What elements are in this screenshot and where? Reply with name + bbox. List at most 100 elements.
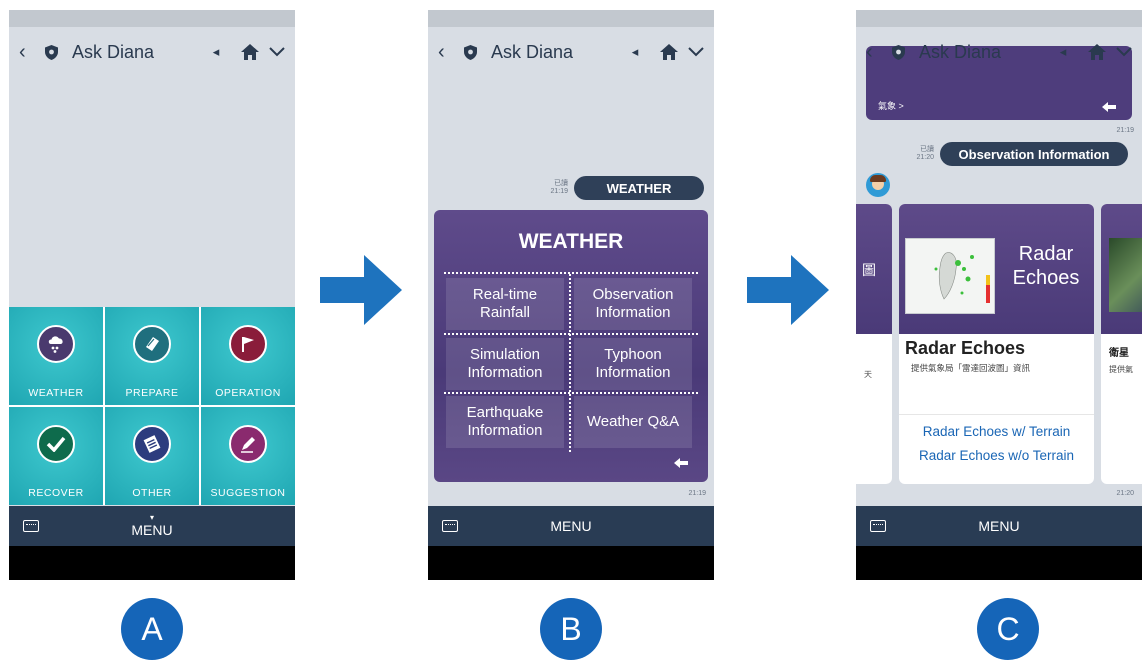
carousel-card-satellite[interactable]: 衛星 提供氣 — [1101, 204, 1142, 484]
chat-title: Ask Diana — [491, 41, 574, 62]
home-icon[interactable] — [660, 44, 678, 60]
option-label: Typhoon Information — [595, 346, 671, 381]
option-observation-information[interactable]: Observation Information — [574, 278, 692, 330]
option-realtime-rainfall[interactable]: Real-time Rainfall — [446, 278, 564, 330]
chat-title: Ask Diana — [72, 41, 155, 62]
mute-icon[interactable]: ◂ — [201, 44, 231, 60]
home-icon[interactable] — [1088, 44, 1106, 60]
card-timestamp: 21:19 — [688, 490, 706, 498]
phone-b-screen: ‹ Ask Diana ◂ 已讀 21:19 WEATHER WEATHER R… — [428, 10, 714, 546]
option-simulation-information[interactable]: Simulation Information — [446, 338, 564, 390]
back-arrow-icon[interactable] — [1102, 102, 1116, 112]
home-icon[interactable] — [241, 44, 259, 60]
chevron-down-icon[interactable] — [688, 47, 704, 57]
tile-label: SUGGESTION — [210, 487, 286, 499]
back-icon[interactable]: ‹ — [438, 41, 458, 64]
nav-bar: ‹ Ask Diana ◂ — [856, 27, 1142, 77]
read-receipt: 已讀 — [920, 146, 934, 153]
flag-icon — [229, 325, 267, 363]
option-label: Real-time Rainfall — [472, 286, 538, 321]
card-time: 21:20 — [1116, 490, 1134, 497]
status-bar — [856, 10, 1142, 27]
arrow-right-icon — [747, 255, 829, 325]
bottom-bar: MENU — [856, 506, 1142, 546]
menu-tile-recover[interactable]: RECOVER — [9, 407, 103, 505]
carousel-card-radar[interactable]: Radar Echoes Radar Echoes 提供氣象局「雷達回波圖」資訊… — [899, 204, 1094, 484]
back-icon[interactable]: ‹ — [19, 41, 39, 64]
radar-no-terrain-link[interactable]: Radar Echoes w/o Terrain — [899, 448, 1094, 463]
pencil-icon — [229, 425, 267, 463]
step-label-a: A — [121, 598, 183, 660]
menu-tile-prepare[interactable]: PREPARE — [105, 307, 199, 405]
card-description: 提供氣 — [1109, 365, 1133, 374]
option-earthquake-information[interactable]: Earthquake Information — [446, 396, 564, 448]
chevron-down-icon[interactable] — [269, 47, 285, 57]
document-icon — [133, 425, 171, 463]
message-timestamp: 已讀 21:19 — [536, 180, 568, 196]
option-typhoon-information[interactable]: Typhoon Information — [574, 338, 692, 390]
user-message-text: Observation Information — [958, 146, 1110, 162]
card-time: 21:19 — [688, 490, 706, 497]
message-time: 21:20 — [916, 154, 934, 161]
status-bar — [428, 10, 714, 27]
rich-menu-grid: WEATHER PREPARE OPERATION RECOVER OTHER … — [9, 307, 295, 505]
phone-a: ‹ Ask Diana ◂ WEATHER PREPARE OPERATION … — [9, 10, 295, 580]
user-message-bubble: WEATHER — [574, 176, 704, 200]
carousel-card-previous[interactable]: 圖 天 — [856, 204, 892, 484]
card-image-title: Radar Echoes — [1012, 243, 1080, 289]
tile-label: OPERATION — [215, 387, 281, 399]
option-label: Weather Q&A — [586, 413, 680, 430]
tile-label: RECOVER — [28, 487, 84, 499]
back-arrow-icon[interactable] — [674, 458, 688, 468]
mute-icon[interactable]: ◂ — [1048, 44, 1078, 60]
step-label-c: C — [977, 598, 1039, 660]
arrow-right-icon — [320, 255, 402, 325]
user-message-bubble: Observation Information — [940, 142, 1128, 166]
divider — [444, 272, 698, 274]
bottom-bar: MENU — [428, 506, 714, 546]
shield-icon — [464, 44, 477, 60]
cloud-rain-icon — [37, 325, 75, 363]
previous-timestamp: 21:19 — [1116, 127, 1134, 135]
previous-card-caption: 氣象 > — [878, 101, 904, 111]
step-label-b: B — [540, 598, 602, 660]
menu-toggle[interactable]: ▾ MENU — [9, 513, 295, 539]
menu-tile-operation[interactable]: OPERATION — [201, 307, 295, 405]
tape-icon — [133, 325, 171, 363]
card-image — [1101, 204, 1142, 334]
taiwan-radar-map — [934, 252, 990, 303]
phone-a-screen: ‹ Ask Diana ◂ WEATHER PREPARE OPERATION … — [9, 10, 295, 546]
menu-toggle[interactable]: MENU — [428, 518, 714, 534]
card-glyph: 圖 — [862, 262, 876, 278]
menu-label: MENU — [550, 518, 592, 534]
divider — [569, 274, 571, 452]
status-bar — [9, 10, 295, 27]
bot-avatar — [866, 173, 890, 197]
satellite-thumbnail — [1109, 238, 1142, 312]
message-time: 21:19 — [550, 188, 568, 195]
menu-tile-suggestion[interactable]: SUGGESTION — [201, 407, 295, 505]
card-heading: Radar Echoes — [905, 338, 1026, 358]
message-timestamp: 已讀 21:20 — [906, 146, 934, 162]
nav-bar: ‹ Ask Diana ◂ — [9, 27, 295, 77]
chevron-down-icon[interactable] — [1116, 47, 1132, 57]
radar-terrain-link[interactable]: Radar Echoes w/ Terrain — [899, 424, 1094, 439]
read-receipt: 已讀 — [554, 180, 568, 187]
option-label: Simulation Information — [467, 346, 543, 381]
option-weather-qa[interactable]: Weather Q&A — [574, 396, 692, 448]
mute-icon[interactable]: ◂ — [620, 44, 650, 60]
phone-c: 氣象 > ‹ Ask Diana ◂ 21:19 已讀 21:20 Observ… — [856, 10, 1142, 580]
menu-toggle[interactable]: MENU — [856, 518, 1142, 534]
option-label: Earthquake Information — [466, 404, 544, 439]
menu-tile-weather[interactable]: WEATHER — [9, 307, 103, 405]
card-description: 提供氣象局「雷達回波圖」資訊 — [911, 363, 1031, 373]
shield-icon — [892, 44, 905, 60]
caret-down-icon: ▾ — [149, 513, 154, 522]
phone-c-screen: 氣象 > ‹ Ask Diana ◂ 21:19 已讀 21:20 Observ… — [856, 10, 1142, 546]
menu-tile-other[interactable]: OTHER — [105, 407, 199, 505]
phone-b: ‹ Ask Diana ◂ 已讀 21:19 WEATHER WEATHER R… — [428, 10, 714, 580]
message-time: 21:19 — [1116, 127, 1134, 134]
card-title: WEATHER — [518, 230, 624, 253]
back-icon[interactable]: ‹ — [866, 41, 886, 64]
chat-title: Ask Diana — [919, 41, 1002, 62]
